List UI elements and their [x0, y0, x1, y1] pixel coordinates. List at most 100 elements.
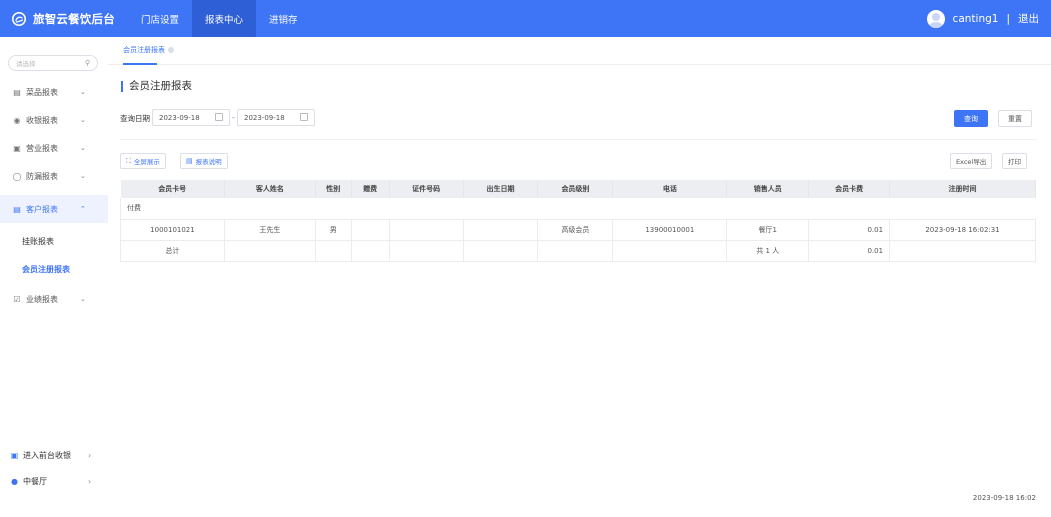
column-header[interactable]: 出生日期	[463, 180, 539, 198]
brand[interactable]: 旅智云餐饮后台	[0, 0, 128, 37]
column-header[interactable]: 性别	[315, 180, 352, 198]
table-cell: 总计	[120, 240, 225, 262]
chevron-up-icon: ⌃	[80, 205, 86, 213]
column-header[interactable]: 会员卡号	[120, 180, 225, 198]
fullscreen-label: 全屏展示	[133, 158, 160, 166]
column-header[interactable]: 注册时间	[889, 180, 1036, 198]
table-header-row: 会员卡号 客人姓名 性别 赠费 证件号码 出生日期 会员级别 电话 销售人员 会…	[120, 180, 1036, 198]
table-cell: 男	[315, 219, 352, 241]
table-cell	[537, 240, 614, 262]
brand-name: 旅智云餐饮后台	[33, 11, 115, 26]
table-cell	[389, 240, 464, 262]
table-cell	[463, 219, 539, 241]
table-cell	[351, 240, 390, 262]
column-header[interactable]: 赠费	[351, 180, 390, 198]
dish-report-icon: ▤	[13, 87, 21, 97]
page-title: 会员注册报表	[121, 81, 192, 92]
date-filter-label: 查询日期	[120, 114, 150, 123]
table-row[interactable]: 1000101021 王先生 男 高级会员 13900010001 餐厅1 0.…	[120, 219, 1036, 241]
avatar[interactable]	[926, 9, 945, 28]
calendar-icon	[300, 113, 308, 121]
footer-timestamp: 2023-09-18 16:02	[972, 494, 1036, 502]
main-content: 会员注册报表 会员注册报表 查询日期 2023-09-18 - 2023-09-…	[108, 37, 1051, 517]
enter-pos-label: 进入前台收银	[23, 450, 71, 460]
table-cell: 13900010001	[612, 219, 728, 241]
nav-report-center[interactable]: 报表中心	[192, 0, 257, 37]
sidebar-item-label: 营业报表	[26, 143, 58, 153]
sidebar-item-label: 收银报表	[26, 115, 58, 125]
column-header[interactable]: 会员卡费	[808, 180, 891, 198]
table-cell	[889, 240, 1036, 262]
column-header[interactable]: 会员级别	[537, 180, 614, 198]
sidebar-item-dish-report[interactable]: ▤ 菜品报表 ⌄	[0, 78, 108, 106]
chart-icon: ▤	[186, 157, 193, 165]
cashier-report-icon: ◉	[13, 115, 21, 125]
table-cell: 0.01	[808, 240, 891, 262]
end-date-input[interactable]: 2023-09-18	[237, 109, 315, 126]
chevron-down-icon: ⌄	[80, 88, 86, 96]
sidebar-item-customer-report[interactable]: ▤ 客户报表 ⌃	[0, 195, 108, 223]
end-date-value: 2023-09-18	[244, 113, 285, 122]
table-cell: 高级会员	[537, 219, 614, 241]
table-cell: 1000101021	[120, 219, 225, 241]
sidebar-item-label: 客户报表	[26, 204, 58, 214]
table-cell	[463, 240, 539, 262]
table-cell	[612, 240, 728, 262]
divider	[120, 139, 1037, 140]
sidebar-subitem-member-registration[interactable]: 会员注册报表	[0, 255, 108, 283]
pos-icon: ▣	[10, 450, 19, 460]
column-header[interactable]: 证件号码	[389, 180, 464, 198]
brand-logo-icon	[12, 11, 26, 26]
chevron-down-icon: ⌄	[80, 295, 86, 303]
chevron-down-icon: ⌄	[80, 172, 86, 180]
search-icon: ⚲	[84, 59, 90, 67]
username[interactable]: canting1	[953, 13, 999, 25]
customer-report-icon: ▤	[13, 204, 21, 214]
enter-pos-link[interactable]: ▣ 进入前台收银 ›	[0, 444, 108, 466]
nav-store-settings[interactable]: 门店设置	[128, 0, 192, 37]
sidebar-item-label: 业绩报表	[26, 294, 58, 304]
logout-link[interactable]: 退出	[1018, 11, 1039, 26]
column-header[interactable]: 销售人员	[726, 180, 810, 198]
start-date-input[interactable]: 2023-09-18	[152, 109, 230, 126]
sidebar-item-performance-report[interactable]: ☑ 业绩报表 ⌄	[0, 285, 108, 313]
report-description-button[interactable]: ▤ 报表说明	[180, 153, 228, 169]
store-selector[interactable]: ● 中餐厅 ›	[0, 470, 108, 492]
group-label: 付费	[120, 198, 1036, 220]
print-button[interactable]: 打印	[1002, 153, 1027, 169]
reset-button[interactable]: 重置	[998, 110, 1032, 127]
table-cell: 共 1 人	[726, 240, 810, 262]
sidebar-subitem-credit-report[interactable]: 挂账报表	[0, 227, 108, 255]
leak-report-icon: ◯	[12, 171, 22, 181]
date-separator: -	[232, 113, 235, 122]
nav-inventory[interactable]: 进销存	[256, 0, 311, 37]
column-header[interactable]: 电话	[612, 180, 728, 198]
table-cell	[224, 240, 316, 262]
sidebar-item-cashier-report[interactable]: ◉ 收银报表 ⌄	[0, 106, 108, 134]
sidebar-search[interactable]: 请选择 ⚲	[8, 55, 98, 71]
column-header[interactable]: 客人姓名	[224, 180, 316, 198]
start-date-value: 2023-09-18	[159, 113, 200, 122]
tab-close-icon[interactable]	[168, 47, 174, 53]
tab-active-indicator	[123, 63, 157, 65]
query-button[interactable]: 查询	[954, 110, 988, 127]
performance-report-icon: ☑	[13, 294, 21, 304]
sidebar: 请选择 ⚲ ▤ 菜品报表 ⌄ ◉ 收银报表 ⌄ ▣ 营业报表 ⌄ ◯ 防漏报表 …	[0, 37, 108, 517]
tab-label: 会员注册报表	[123, 46, 165, 54]
location-icon: ●	[11, 476, 18, 486]
table-cell	[351, 219, 390, 241]
calendar-icon	[215, 113, 223, 121]
table-cell	[315, 240, 352, 262]
sidebar-item-label: 菜品报表	[26, 87, 58, 97]
table-cell: 王先生	[224, 219, 316, 241]
excel-export-button[interactable]: Excel导出	[950, 153, 993, 169]
chevron-right-icon: ›	[88, 476, 92, 486]
table-cell: 餐厅1	[726, 219, 810, 241]
sidebar-item-leak-report[interactable]: ◯ 防漏报表 ⌄	[0, 162, 108, 190]
sidebar-item-business-report[interactable]: ▣ 营业报表 ⌄	[0, 134, 108, 162]
top-nav: 门店设置 报表中心 进销存	[128, 0, 311, 37]
fullscreen-button[interactable]: ⛶ 全屏展示	[120, 153, 166, 169]
member-registration-table: 会员卡号 客人姓名 性别 赠费 证件号码 出生日期 会员级别 电话 销售人员 会…	[120, 180, 1036, 262]
table-cell	[389, 219, 464, 241]
tab-member-registration[interactable]: 会员注册报表	[123, 45, 174, 55]
